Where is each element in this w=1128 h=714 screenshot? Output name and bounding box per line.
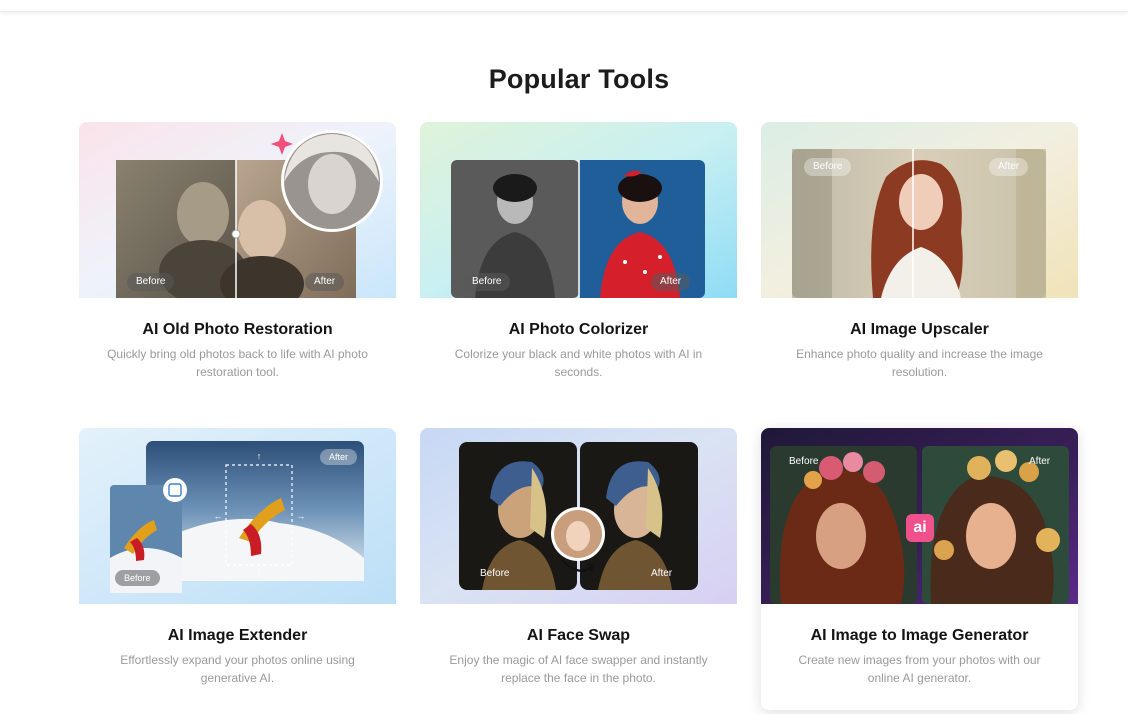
tool-card-image-to-image-generator[interactable]: ai Before After AI Image to Image Genera… [761, 428, 1078, 710]
card-description: Colorize your black and white photos wit… [454, 347, 703, 379]
tool-card-image-upscaler[interactable]: Before After AI Image Upscaler Enhance p… [761, 122, 1078, 404]
card-description: Enhance photo quality and increase the i… [796, 347, 1043, 379]
after-label: After [320, 449, 358, 465]
tool-card-old-photo-restoration[interactable]: Before After AI Old Photo Restoration Qu… [79, 122, 396, 404]
card-title: AI Face Swap [526, 627, 631, 644]
card-thumbnail: ↑ ↓ ← → Before After [79, 428, 396, 604]
old-photo-restoration-illustration [79, 122, 396, 298]
svg-text:↑: ↑ [257, 451, 262, 461]
card-title: AI Image Extender [167, 627, 308, 644]
tool-card-face-swap[interactable]: Before After AI Face Swap Enjoy the magi… [420, 428, 737, 710]
after-label: After [305, 273, 345, 291]
before-label: Before [127, 273, 175, 291]
before-label: Before [463, 273, 511, 291]
ai-badge-icon: ai [913, 519, 927, 536]
before-label: Before [804, 158, 852, 176]
card-thumbnail: Before After [420, 428, 737, 604]
face-swap-illustration [420, 428, 737, 604]
card-title: AI Photo Colorizer [508, 321, 649, 338]
image-upscaler-illustration [761, 122, 1078, 298]
before-label: Before [115, 570, 160, 586]
top-nav-bar [0, 0, 1128, 12]
after-label: After [989, 158, 1029, 176]
card-title: AI Image Upscaler [850, 321, 989, 338]
card-description: Quickly bring old photos back to life wi… [107, 347, 368, 379]
card-description: Enjoy the magic of AI face swapper and i… [449, 653, 708, 685]
card-description: Effortlessly expand your photos online u… [120, 653, 355, 685]
after-label: After [1029, 456, 1051, 467]
photo-colorizer-illustration [420, 122, 737, 298]
before-label: Before [480, 568, 510, 579]
card-title: AI Image to Image Generator [810, 627, 1029, 644]
svg-text:←: ← [214, 511, 223, 521]
section-title: Popular Tools [488, 64, 670, 94]
before-label: Before [789, 456, 819, 467]
after-label: After [651, 568, 673, 579]
svg-text:→: → [297, 511, 306, 521]
card-thumbnail: Before After [761, 122, 1078, 298]
card-title: AI Old Photo Restoration [142, 321, 333, 338]
card-thumbnail: Before After [420, 122, 737, 298]
svg-text:↓: ↓ [257, 566, 262, 576]
tool-card-image-extender[interactable]: ↑ ↓ ← → Before After AI Image Extender E… [79, 428, 396, 710]
tool-card-photo-colorizer[interactable]: Before After AI Photo Colorizer Colorize… [420, 122, 737, 404]
card-thumbnail: ai Before After [761, 428, 1078, 604]
card-description: Create new images from your photos with … [798, 653, 1041, 685]
after-label: After [651, 273, 691, 291]
card-thumbnail: Before After [79, 122, 396, 298]
